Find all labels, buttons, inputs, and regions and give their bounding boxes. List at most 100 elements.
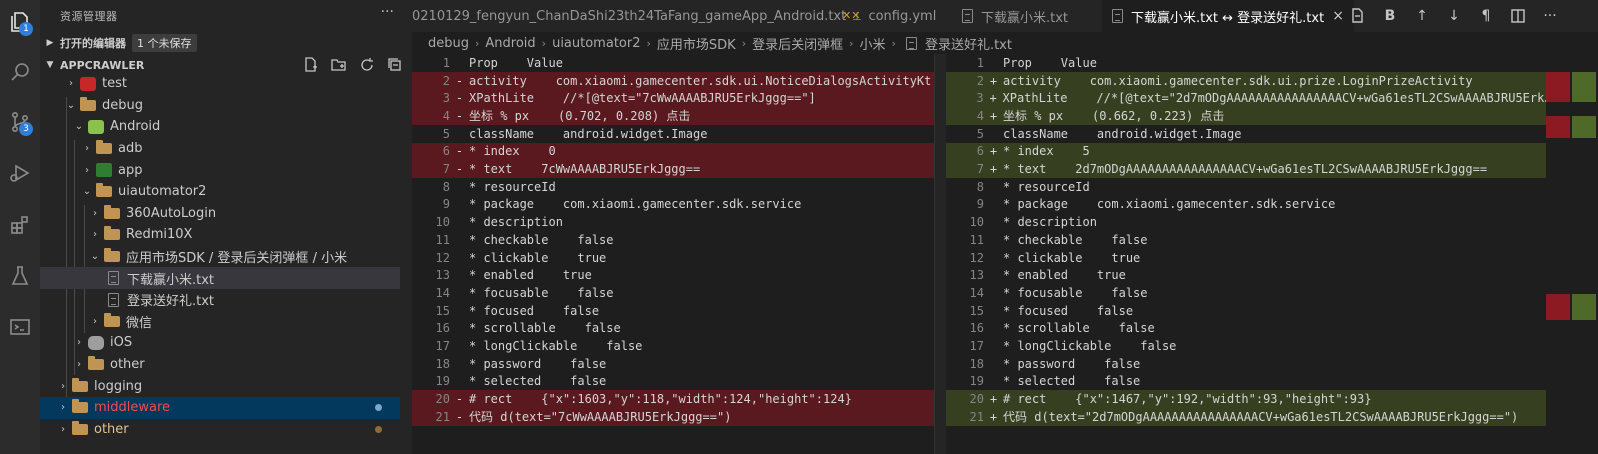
split-editor-icon[interactable]: [1502, 8, 1534, 24]
code-line[interactable]: 16 * scrollable false: [946, 320, 1546, 338]
tree-item-file-login[interactable]: 登录送好礼.txt: [40, 289, 400, 311]
tree-item-redmi10x[interactable]: › Redmi10X: [40, 224, 400, 246]
tree-item-android[interactable]: ⌄ Android: [40, 116, 400, 138]
more-actions-icon[interactable]: ···: [1534, 8, 1566, 24]
open-file-icon[interactable]: [1342, 8, 1374, 24]
code-text: 代码 d(text="7cWwAAAABJRU5ErkJggg=="): [469, 410, 732, 425]
code-line[interactable]: 14 * focusable false: [412, 284, 934, 302]
code-line[interactable]: 13 * enabled true: [946, 266, 1546, 284]
breadcrumb-item[interactable]: uiautomator2: [552, 36, 640, 51]
breadcrumb-item[interactable]: debug: [428, 36, 469, 51]
open-editors-section[interactable]: ▶ 打开的编辑器 1 个未保存: [40, 32, 412, 54]
tree-item-test[interactable]: › test: [40, 73, 400, 95]
search-icon[interactable]: [0, 52, 40, 92]
tree-item-360autologin[interactable]: › 360AutoLogin: [40, 203, 400, 225]
code-line[interactable]: 2 + activity com.xiaomi.gamecenter.sdk.ui.…: [946, 71, 1546, 90]
previous-change-icon[interactable]: ↑: [1406, 8, 1438, 24]
tab-diff[interactable]: 下载赢小米.txt ↔ 登录送好礼.txt ×: [1102, 0, 1354, 32]
tab-android-log[interactable]: 0210129_fengyun_ChanDaShi23th24TaFang_ga…: [402, 0, 872, 32]
code-line[interactable]: 21- 代码 d(text="7cWwAAAABJRU5ErkJggg=="): [412, 408, 934, 426]
breadcrumb-item[interactable]: 应用市场SDK: [657, 34, 736, 53]
code-line[interactable]: 19 * selected false: [412, 373, 934, 391]
overview-ruler[interactable]: [1546, 54, 1598, 454]
source-control-icon[interactable]: 3: [0, 102, 40, 142]
tree-item-label: 应用市场SDK / 登录后关闭弹框 / 小米: [126, 251, 348, 267]
tab-download-txt[interactable]: 下载赢小米.txt: [952, 0, 1078, 32]
tree-item-ios[interactable]: › iOS: [40, 332, 400, 354]
code-line[interactable]: 21 + 代码 d(text="2d7mODgAAAAAAAAAAAAAAAACV+…: [946, 408, 1546, 426]
tree-item-logging[interactable]: › logging: [40, 375, 400, 397]
code-text: * text 7cWwAAAABJRU5ErkJggg==: [469, 162, 701, 177]
diff-modified-editor[interactable]: 1 Prop Value 2 + activity com.xiaomi.gamecen…: [946, 54, 1546, 454]
whitespace-toggle-icon[interactable]: ¶: [1470, 8, 1502, 24]
terminal-icon[interactable]: [0, 307, 40, 347]
code-line[interactable]: 8 * resourceId: [946, 178, 1546, 196]
code-line[interactable]: 15 * focused false: [412, 302, 934, 320]
code-line[interactable]: 14 * focusable false: [946, 284, 1546, 302]
code-line[interactable]: 16 * scrollable false: [412, 320, 934, 338]
ruler-change-mark: [1572, 72, 1596, 102]
code-line[interactable]: 18 * password false: [946, 355, 1546, 373]
tree-item-middleware[interactable]: › middleware: [40, 397, 400, 419]
code-line[interactable]: 20- # rect {"x":1603,"y":118,"width":124,…: [412, 390, 934, 408]
tree-item-adb[interactable]: › adb: [40, 138, 400, 160]
code-line[interactable]: 8 * resourceId: [412, 178, 934, 196]
tree-item-other-debug[interactable]: › other: [40, 354, 400, 376]
run-debug-icon[interactable]: [0, 153, 40, 193]
tab-config-yml[interactable]: ✕✕ config.yml: [832, 0, 946, 32]
tree-item-compact-folder[interactable]: ⌄ 应用市场SDK / 登录后关闭弹框 / 小米: [40, 246, 400, 268]
code-text: * checkable false: [1003, 232, 1148, 247]
code-line[interactable]: 10 * description: [412, 213, 934, 231]
tree-item-app[interactable]: › app: [40, 159, 400, 181]
code-line[interactable]: 9 * package com.xiaomi.gamecenter.sdk.ser…: [412, 196, 934, 214]
code-line[interactable]: 17 * longClickable false: [946, 337, 1546, 355]
code-line[interactable]: 9 * package com.xiaomi.gamecenter.sdk.ser…: [946, 196, 1546, 214]
code-line[interactable]: 20 + # rect {"x":1467,"y":192,"width":93,"…: [946, 390, 1546, 408]
extensions-icon[interactable]: [0, 205, 40, 245]
code-line[interactable]: 12 * clickable true: [946, 249, 1546, 267]
diff-splitter[interactable]: [934, 54, 946, 454]
diff-original-editor[interactable]: 1 Prop Value 2- activity com.xiaomi.gamecen…: [412, 54, 934, 454]
tree-item-debug[interactable]: ⌄ debug: [40, 95, 400, 117]
line-number: 21: [969, 409, 984, 424]
code-line[interactable]: 7- * text 7cWwAAAABJRU5ErkJggg==: [412, 160, 934, 178]
breadcrumb-item[interactable]: 登录后关闭弹框: [752, 34, 843, 53]
code-line[interactable]: 2- activity com.xiaomi.gamecenter.sdk.ui.…: [412, 71, 934, 90]
code-line[interactable]: 1 Prop Value: [412, 54, 934, 72]
diff-marker: -: [455, 108, 464, 123]
code-line[interactable]: 3 + XPathLite //*[@text="2d7mODgAAAAAAAAAA…: [946, 89, 1546, 108]
code-line[interactable]: 18 * password false: [412, 355, 934, 373]
code-line[interactable]: 11 * checkable false: [412, 231, 934, 249]
tree-item-other[interactable]: › other: [40, 419, 400, 441]
tree-item-file-download[interactable]: 下载赢小米.txt: [40, 267, 400, 289]
line-number: 17: [435, 339, 450, 354]
code-line[interactable]: 15 * focused false: [946, 302, 1546, 320]
code-line[interactable]: 1 Prop Value: [946, 54, 1546, 72]
breadcrumb-item[interactable]: Android: [485, 36, 535, 51]
code-line[interactable]: 6 + * index 5: [946, 142, 1546, 161]
code-line[interactable]: 6- * index 0: [412, 142, 934, 161]
code-line[interactable]: 5 className android.widget.Image: [412, 125, 934, 143]
code-line[interactable]: 5 className android.widget.Image: [946, 125, 1546, 143]
code-line[interactable]: 11 * checkable false: [946, 231, 1546, 249]
code-line[interactable]: 17 * longClickable false: [412, 337, 934, 355]
code-text: * scrollable false: [469, 321, 621, 336]
breadcrumb-item[interactable]: 小米: [860, 34, 886, 53]
next-change-icon[interactable]: ↓: [1438, 8, 1470, 24]
tree-item-uiautomator2[interactable]: ⌄ uiautomator2: [40, 181, 400, 203]
code-line[interactable]: 10 * description: [946, 213, 1546, 231]
toggle-bold-button[interactable]: B: [1374, 8, 1406, 24]
code-line[interactable]: 7 + * text 2d7mODgAAAAAAAAAAAAAAAACV+wGa61…: [946, 160, 1546, 178]
code-line[interactable]: 13 * enabled true: [412, 266, 934, 284]
breadcrumb-item[interactable]: 登录送好礼.txt: [925, 34, 1012, 53]
explorer-icon[interactable]: 1: [0, 2, 40, 42]
tree-item-wechat[interactable]: › 微信: [40, 311, 400, 333]
more-actions-icon[interactable]: ···: [381, 4, 394, 20]
code-line[interactable]: 19 * selected false: [946, 373, 1546, 391]
code-line[interactable]: 4 + 坐标 % px (0.662, 0.223) 点击: [946, 107, 1546, 125]
code-line[interactable]: 12 * clickable true: [412, 249, 934, 267]
code-line[interactable]: 4- 坐标 % px (0.702, 0.208) 点击: [412, 107, 934, 125]
code-line[interactable]: 3- XPathLite //*[@text="7cWwAAAABJRU5ErkJ…: [412, 89, 934, 108]
diff-marker: +: [989, 409, 998, 424]
testing-icon[interactable]: [0, 256, 40, 296]
